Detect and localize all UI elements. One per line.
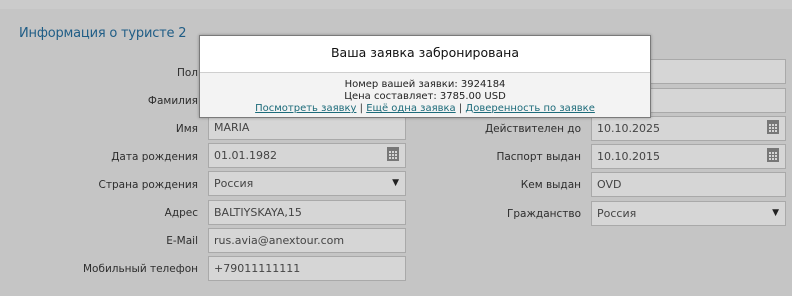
birthcountry-label: Страна рождения [98,179,198,191]
valid-until-value: 10.10.2025 [597,122,660,135]
lastname-label: Фамилия [147,95,198,107]
email-field[interactable]: rus.avia@anextour.com [208,228,406,253]
issued-by-field[interactable]: OVD [591,172,786,197]
address-field[interactable]: BALTIYSKAYA,15 [208,200,406,225]
calendar-icon[interactable] [767,120,779,134]
email-label: E-Mail [166,235,198,247]
birthdate-value: 01.01.1982 [214,149,277,162]
birthcountry-select[interactable]: Россия ▼ [208,171,406,196]
order-number-line: Номер вашей заявки: 3924184 [344,79,506,90]
section-title: Информация о туристе 2 [19,26,187,41]
address-label: Адрес [164,207,198,219]
calendar-icon[interactable] [387,147,399,161]
top-strip [0,0,792,9]
birthdate-field[interactable]: 01.01.1982 [208,143,406,168]
chevron-down-icon: ▼ [392,178,399,188]
calendar-icon[interactable] [767,148,779,162]
dialog-body: Номер вашей заявки: 3924184 Цена составл… [200,79,650,115]
another-order-link[interactable]: Ещё одна заявка [366,103,455,114]
gender-label: Пол [176,67,198,79]
booking-confirmation-dialog: Ваша заявка забронирована Номер вашей за… [199,35,651,118]
passport-issued-label: Паспорт выдан [496,151,581,163]
dialog-title: Ваша заявка забронирована [200,36,650,73]
valid-until-field[interactable]: 10.10.2025 [591,116,786,141]
citizenship-value: Россия [597,207,637,220]
order-proxy-link[interactable]: Доверенность по заявке [465,103,594,114]
passport-issued-field[interactable]: 10.10.2015 [591,144,786,169]
firstname-label: Имя [175,123,198,135]
view-order-link[interactable]: Посмотреть заявку [255,103,356,114]
birthdate-label: Дата рождения [111,151,198,163]
citizenship-label: Гражданство [506,208,581,220]
firstname-field[interactable]: MARIA [208,115,406,140]
link-separator: | [359,103,364,114]
chevron-down-icon: ▼ [772,208,779,218]
phone-label: Мобильный телефон [82,263,198,275]
passport-issued-value: 10.10.2015 [597,150,660,163]
dialog-links: Посмотреть заявку | Ещё одна заявка | До… [200,103,650,115]
valid-until-label: Действителен до [484,123,581,135]
birthcountry-value: Россия [214,177,254,190]
price-line: Цена составляет: 3785.00 USD [344,91,506,102]
phone-field[interactable]: +79011111111 [208,256,406,281]
link-separator: | [458,103,463,114]
citizenship-select[interactable]: Россия ▼ [591,201,786,226]
issued-by-label: Кем выдан [520,179,581,191]
